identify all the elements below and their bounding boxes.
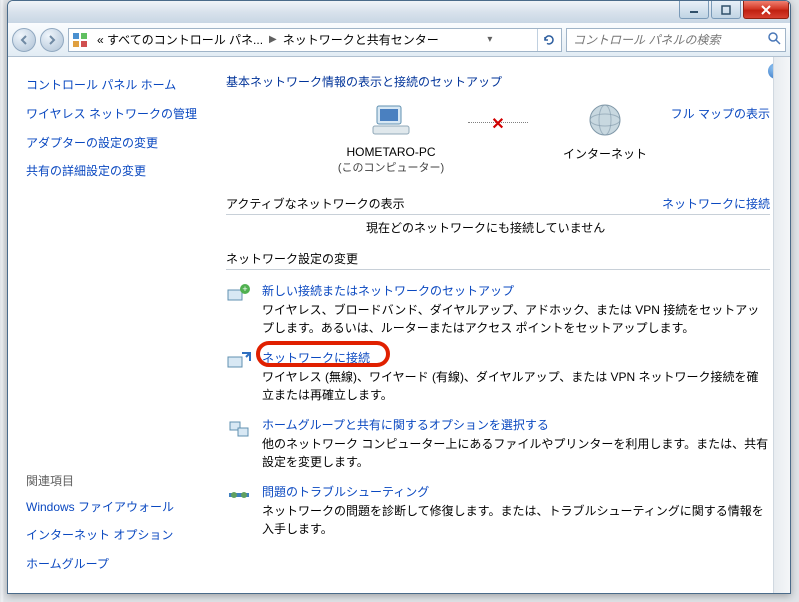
chevron-right-icon[interactable]: ▶ bbox=[267, 34, 279, 45]
connect-network-icon bbox=[226, 349, 252, 375]
breadcrumb-item[interactable]: ネットワークと共有センター bbox=[279, 31, 443, 48]
option-desc: 他のネットワーク コンピューター上にあるファイルやプリンターを利用します。または… bbox=[262, 435, 770, 471]
search-icon[interactable] bbox=[767, 31, 781, 48]
sidebar-link-wireless[interactable]: ワイヤレス ネットワークの管理 bbox=[26, 106, 210, 123]
forward-button[interactable] bbox=[40, 28, 64, 52]
navbar: « すべてのコントロール パネ... ▶ ネットワークと共有センター ▾ bbox=[8, 23, 790, 57]
option-desc: ワイヤレス、ブロードバンド、ダイヤルアップ、アドホック、または VPN 接続をセ… bbox=[262, 301, 770, 337]
no-connection-text: 現在どのネットワークにも接続していません bbox=[366, 219, 770, 236]
sidebar-link-sharing[interactable]: 共有の詳細設定の変更 bbox=[26, 163, 210, 180]
active-networks-section: アクティブなネットワークの表示 ネットワークに接続 bbox=[226, 195, 770, 215]
refresh-button[interactable] bbox=[537, 29, 559, 51]
disconnected-icon: ✕ bbox=[491, 114, 504, 134]
sidebar-link-inetopt[interactable]: インターネット オプション bbox=[26, 527, 210, 544]
sidebar-link-homegroup[interactable]: ホームグループ bbox=[26, 556, 210, 573]
network-settings-section: ネットワーク設定の変更 bbox=[226, 250, 770, 270]
network-map: HOMETARO-PC (このコンピューター) ✕ インターネット bbox=[226, 102, 770, 175]
window: « すべてのコントロール パネ... ▶ ネットワークと共有センター ▾ コント… bbox=[7, 0, 791, 594]
troubleshoot-icon bbox=[226, 483, 252, 509]
page-heading: 基本ネットワーク情報の表示と接続のセットアップ bbox=[226, 73, 770, 90]
connect-network-link[interactable]: ネットワークに接続 bbox=[662, 195, 770, 212]
svg-text:+: + bbox=[242, 284, 247, 294]
option-setup-new: + 新しい接続またはネットワークのセットアップ ワイヤレス、ブロードバンド、ダイ… bbox=[226, 282, 770, 337]
maximize-button[interactable] bbox=[711, 1, 741, 19]
option-homegroup: ホームグループと共有に関するオプションを選択する 他のネットワーク コンピュータ… bbox=[226, 416, 770, 471]
globe-icon bbox=[587, 127, 623, 141]
sidebar-related-header: 関連項目 bbox=[26, 472, 210, 489]
searchbox[interactable] bbox=[566, 28, 786, 52]
back-button[interactable] bbox=[12, 28, 36, 52]
option-connect: ネットワークに接続 ワイヤレス (無線)、ワイヤード (有線)、ダイヤルアップ、… bbox=[226, 349, 770, 404]
node-internet-label: インターネット bbox=[540, 145, 670, 162]
setup-connection-icon: + bbox=[226, 282, 252, 308]
option-desc: ワイヤレス (無線)、ワイヤード (有線)、ダイヤルアップ、または VPN ネッ… bbox=[262, 368, 770, 404]
search-input[interactable] bbox=[571, 32, 767, 48]
option-link[interactable]: ホームグループと共有に関するオプションを選択する bbox=[262, 416, 549, 433]
minimize-button[interactable] bbox=[679, 1, 709, 19]
section-title: ネットワーク設定の変更 bbox=[226, 250, 358, 267]
node-computer-sub: (このコンピューター) bbox=[326, 159, 456, 175]
option-troubleshoot: 問題のトラブルシューティング ネットワークの問題を診断して修復します。または、ト… bbox=[226, 483, 770, 538]
chevron-down-icon[interactable]: ▾ bbox=[485, 34, 494, 45]
computer-icon bbox=[371, 127, 411, 141]
node-computer-label: HOMETARO-PC bbox=[326, 145, 456, 159]
network-center-icon bbox=[71, 31, 89, 49]
sidebar-home-link[interactable]: コントロール パネル ホーム bbox=[26, 77, 210, 94]
option-desc: ネットワークの問題を診断して修復します。または、トラブルシューティングに関する情… bbox=[262, 502, 770, 538]
close-button[interactable] bbox=[743, 1, 789, 19]
scrollbar[interactable] bbox=[773, 57, 790, 593]
sidebar: コントロール パネル ホーム ワイヤレス ネットワークの管理 アダプターの設定の… bbox=[8, 57, 218, 593]
connection-line: ✕ bbox=[468, 122, 528, 123]
breadcrumb-item[interactable]: « すべてのコントロール パネ... bbox=[93, 31, 267, 48]
option-link[interactable]: ネットワークに接続 bbox=[262, 349, 370, 366]
option-link[interactable]: 問題のトラブルシューティング bbox=[262, 483, 429, 500]
addressbar[interactable]: « すべてのコントロール パネ... ▶ ネットワークと共有センター ▾ bbox=[68, 28, 562, 52]
section-title: アクティブなネットワークの表示 bbox=[226, 195, 405, 212]
sidebar-link-adapter[interactable]: アダプターの設定の変更 bbox=[26, 135, 210, 152]
homegroup-icon bbox=[226, 416, 252, 442]
option-link[interactable]: 新しい接続またはネットワークのセットアップ bbox=[262, 282, 514, 299]
sidebar-link-firewall[interactable]: Windows ファイアウォール bbox=[26, 499, 210, 516]
titlebar bbox=[8, 1, 790, 23]
main-pane: ? 基本ネットワーク情報の表示と接続のセットアップ フル マップの表示 HOME… bbox=[218, 57, 790, 593]
